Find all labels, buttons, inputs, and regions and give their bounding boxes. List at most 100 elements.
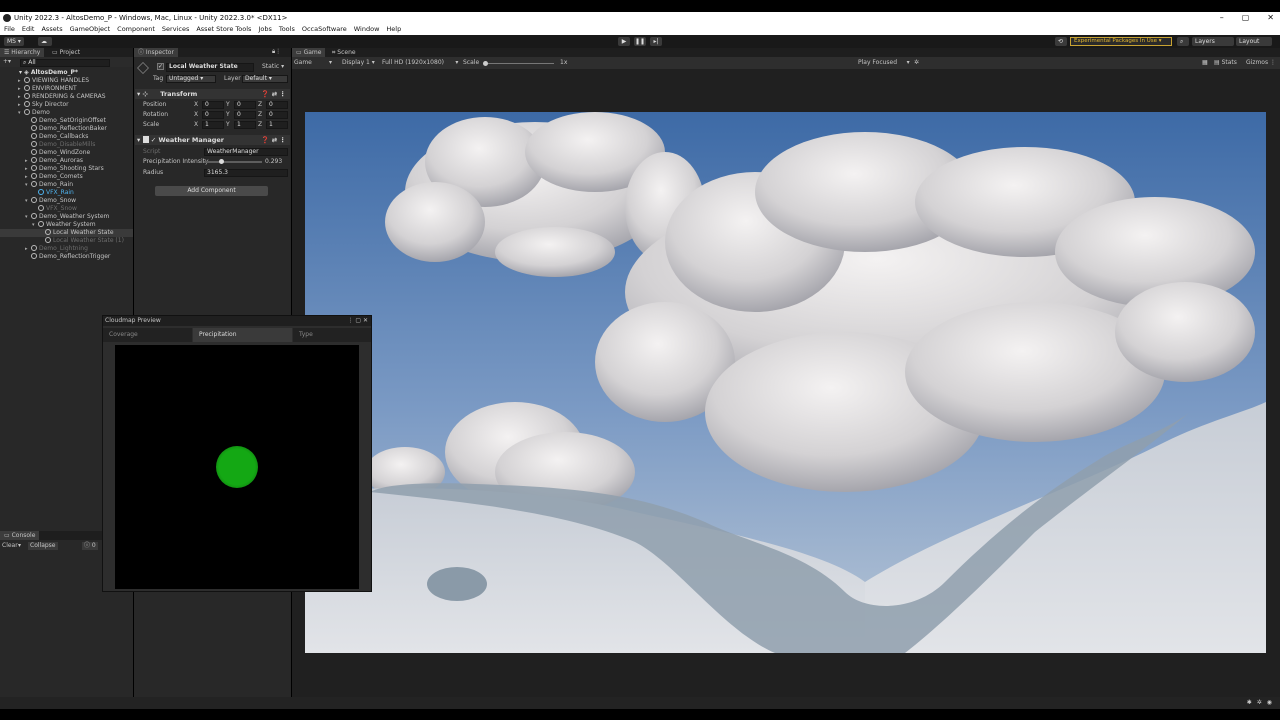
- menu-asset-store-tools[interactable]: Asset Store Tools: [196, 24, 251, 35]
- transform-x-field[interactable]: 0: [202, 101, 224, 109]
- foldout-arrow[interactable]: ▸: [18, 101, 24, 109]
- hierarchy-item[interactable]: ▾ Demo_Weather System: [0, 213, 133, 221]
- tab-inspector[interactable]: ⓘ Inspector: [134, 48, 178, 57]
- menu-services[interactable]: Services: [162, 24, 189, 35]
- hierarchy-search-input[interactable]: ⌕ All: [20, 59, 110, 67]
- transform-x-field[interactable]: 0: [202, 111, 224, 119]
- menu-assets[interactable]: Assets: [41, 24, 62, 35]
- hierarchy-item[interactable]: ▾ Demo: [0, 109, 133, 117]
- hierarchy-item[interactable]: ▸ Demo_Shooting Stars: [0, 165, 133, 173]
- add-button[interactable]: +▾: [3, 58, 11, 66]
- tab-scene[interactable]: ⌗ Scene: [328, 48, 360, 57]
- active-checkbox[interactable]: ✓: [157, 63, 164, 70]
- cloud-icon[interactable]: ☁: [38, 37, 52, 46]
- precipitation-slider-thumb[interactable]: [218, 159, 224, 164]
- account-button[interactable]: MS ▾: [4, 37, 24, 46]
- play-focused-dropdown[interactable]: Play Focused ▾: [858, 59, 910, 67]
- hierarchy-item[interactable]: ▸ RENDERING & CAMERAS: [0, 93, 133, 101]
- foldout-arrow[interactable]: ▸: [25, 157, 31, 165]
- minimize-button[interactable]: –: [1220, 12, 1224, 24]
- bug-icon[interactable]: ✱: [1247, 699, 1252, 706]
- hierarchy-item[interactable]: ▸ VIEWING HANDLES: [0, 77, 133, 85]
- network-icon[interactable]: ✲: [1257, 699, 1262, 706]
- foldout-arrow[interactable]: ▾: [18, 109, 24, 117]
- layout-dropdown[interactable]: Layout: [1236, 37, 1272, 46]
- resolution-dropdown[interactable]: Full HD (1920x1080) ▾: [382, 59, 458, 67]
- add-component-button[interactable]: Add Component: [155, 186, 268, 196]
- radius-field[interactable]: 3165.3: [204, 169, 288, 177]
- hierarchy-item[interactable]: Local Weather State: [0, 229, 133, 237]
- tab-hierarchy[interactable]: ☰ Hierarchy: [0, 48, 45, 57]
- weather-manager-header[interactable]: ▾ ✓ Weather Manager ❓ ⇄ ⋮: [135, 135, 290, 145]
- aspect-icon[interactable]: ▦: [1202, 59, 1208, 67]
- transform-z-field[interactable]: 0: [266, 101, 288, 109]
- transform-y-field[interactable]: 0: [234, 111, 256, 119]
- lock-icon[interactable]: 🔒︎⋮: [272, 48, 281, 56]
- transform-header[interactable]: ▾ ⊹ Transform ❓ ⇄ ⋮: [135, 89, 290, 99]
- scale-slider-thumb[interactable]: [483, 61, 488, 66]
- foldout-arrow[interactable]: ▸: [25, 245, 31, 253]
- console-log-count[interactable]: ⓘ 0: [82, 542, 98, 550]
- step-button[interactable]: ▸|: [650, 37, 662, 46]
- hierarchy-item[interactable]: VFX_Rain: [0, 189, 133, 197]
- cloudmap-title-bar[interactable]: Cloudmap Preview ⋮ ▢ ✕: [103, 316, 371, 326]
- foldout-arrow[interactable]: ▸: [18, 93, 24, 101]
- transform-y-field[interactable]: 1: [234, 121, 256, 129]
- pause-button[interactable]: ❚❚: [634, 37, 646, 46]
- console-collapse-button[interactable]: Collapse: [28, 542, 58, 550]
- hierarchy-item[interactable]: VFX_Snow: [0, 205, 133, 213]
- transform-y-field[interactable]: 0: [234, 101, 256, 109]
- play-button[interactable]: ▶: [618, 37, 630, 46]
- foldout-arrow[interactable]: ▾: [25, 213, 31, 221]
- hierarchy-item[interactable]: ▸ Demo_Auroras: [0, 157, 133, 165]
- foldout-arrow[interactable]: ▸: [25, 173, 31, 181]
- foldout-arrow[interactable]: ▸: [25, 165, 31, 173]
- tab-console[interactable]: ▭ Console: [0, 531, 40, 540]
- hierarchy-item[interactable]: Demo_DisableMills: [0, 141, 133, 149]
- cloudmap-tab-type[interactable]: Type: [293, 328, 371, 342]
- menu-icon[interactable]: ⋮: [347, 317, 353, 324]
- maximize-button[interactable]: ▢: [1242, 12, 1250, 24]
- game-viewport[interactable]: [305, 112, 1266, 653]
- component-menu-icon[interactable]: ❓ ⇄ ⋮: [261, 89, 286, 99]
- transform-z-field[interactable]: 0: [266, 111, 288, 119]
- console-clear-dropdown[interactable]: ▾: [18, 542, 21, 550]
- progress-icon[interactable]: ◉: [1267, 699, 1272, 706]
- close-icon[interactable]: ✕: [363, 317, 368, 324]
- cloudmap-tab-precipitation[interactable]: Precipitation: [193, 328, 292, 342]
- tag-dropdown[interactable]: Untagged ▾: [166, 75, 216, 83]
- hierarchy-item[interactable]: Demo_ReflectionBaker: [0, 125, 133, 133]
- mute-audio-icon[interactable]: ✲: [914, 59, 919, 67]
- hierarchy-item[interactable]: ▾ Demo_Snow: [0, 197, 133, 205]
- hierarchy-item[interactable]: ▸ Sky Director: [0, 101, 133, 109]
- static-toggle[interactable]: Static ▾: [262, 63, 284, 71]
- tab-project[interactable]: ▭ Project: [48, 48, 84, 57]
- menu-edit[interactable]: Edit: [22, 24, 35, 35]
- maximize-icon[interactable]: ▢: [355, 317, 361, 324]
- menu-tools[interactable]: Tools: [279, 24, 295, 35]
- foldout-arrow[interactable]: ▸: [18, 85, 24, 93]
- transform-x-field[interactable]: 1: [202, 121, 224, 129]
- hierarchy-item[interactable]: ▾ Demo_Rain: [0, 181, 133, 189]
- stats-button[interactable]: ▤ Stats: [1214, 59, 1237, 67]
- gizmos-menu-icon[interactable]: ⋮: [1270, 59, 1276, 67]
- menu-occasoftware[interactable]: OccaSoftware: [302, 24, 347, 35]
- search-icon[interactable]: ⌕: [1177, 37, 1189, 46]
- menu-file[interactable]: File: [4, 24, 15, 35]
- menu-window[interactable]: Window: [354, 24, 380, 35]
- hierarchy-item[interactable]: Demo_WindZone: [0, 149, 133, 157]
- display-dropdown[interactable]: Display 1 ▾: [342, 59, 375, 67]
- component-enabled-checkbox[interactable]: ✓: [151, 136, 156, 144]
- menu-gameobject[interactable]: GameObject: [70, 24, 111, 35]
- precipitation-value[interactable]: 0.293: [265, 158, 282, 166]
- foldout-arrow[interactable]: ▸: [18, 77, 24, 85]
- hierarchy-item[interactable]: ▾ Weather System: [0, 221, 133, 229]
- game-mode-dropdown[interactable]: Game ▾: [294, 59, 332, 67]
- scene-root[interactable]: ▾ ◈ AltosDemo_P*: [19, 69, 78, 77]
- console-clear-button[interactable]: Clear: [2, 542, 18, 550]
- foldout-arrow[interactable]: ▾: [32, 221, 38, 229]
- layers-dropdown[interactable]: Layers: [1192, 37, 1234, 46]
- tab-game[interactable]: ▭ Game: [292, 48, 326, 57]
- scale-slider[interactable]: [483, 61, 554, 66]
- hierarchy-item[interactable]: ▸ ENVIRONMENT: [0, 85, 133, 93]
